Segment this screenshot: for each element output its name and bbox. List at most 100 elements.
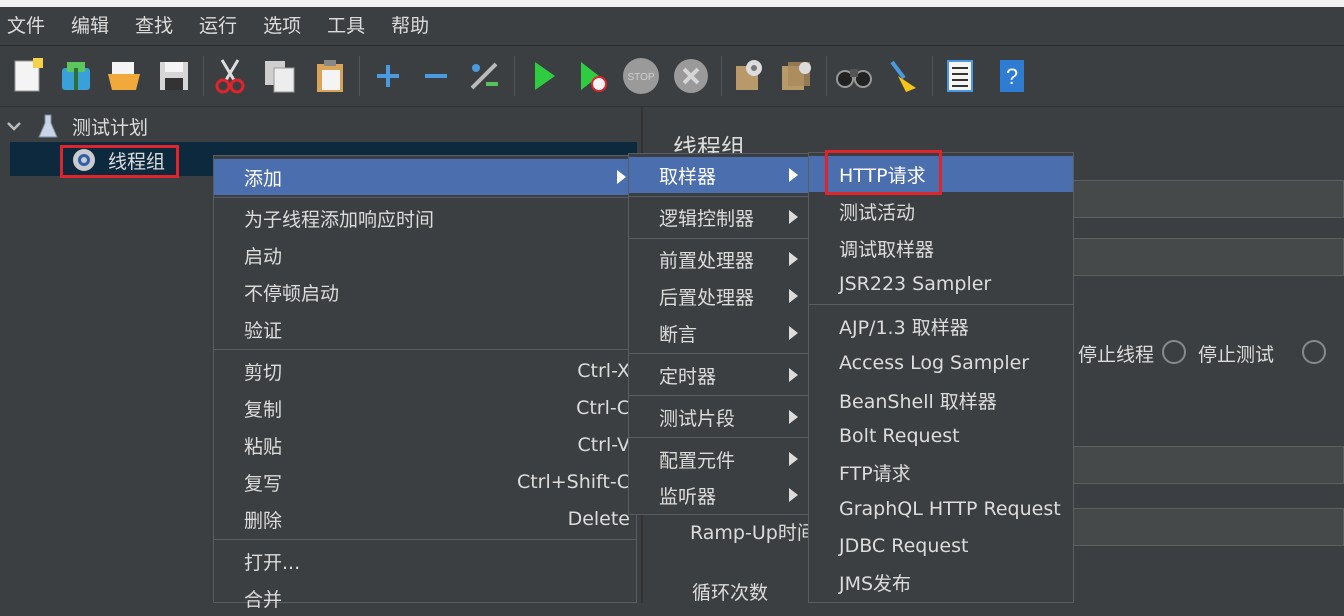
submenu-arrow-icon [789,488,798,502]
function-helper-icon[interactable] [940,56,980,96]
menu-item-label: 为子线程添加响应时间 [244,208,435,231]
tree-item-test-plan[interactable]: 测试计划 [6,112,148,140]
submenu-item-timer[interactable]: 定时器 [629,357,808,393]
save-icon[interactable] [154,56,194,96]
sampler-item-beanshell[interactable]: BeanShell 取样器 [809,382,1073,418]
start-no-pause-icon[interactable] [572,56,612,96]
menu-item-start[interactable]: 启动 [214,237,636,273]
sampler-item-label: GraphQL HTTP Request [839,498,1061,520]
context-menu: 添加 为子线程添加响应时间 启动 不停顿启动 验证 剪切 Ctrl-X 复制 Ctr… [213,155,637,611]
help-icon[interactable]: ? [992,56,1032,96]
sampler-item-label: BeanShell 取样器 [839,390,997,413]
comments-field[interactable] [1070,238,1344,276]
sampler-item-label: Access Log Sampler [839,352,1030,374]
menu-options[interactable]: 选项 [256,7,315,45]
templates-icon[interactable] [56,56,96,96]
sampler-item-debug-sampler[interactable]: 调试取样器 [809,230,1073,266]
submenu-arrow-icon [617,170,626,184]
sampler-item-access-log[interactable]: Access Log Sampler [809,345,1073,381]
menu-item-label: 启动 [244,245,283,268]
menu-item-label: 不停顿启动 [244,282,340,305]
sampler-item-bolt[interactable]: Bolt Request [809,418,1073,454]
menu-item-copy[interactable]: 复制 Ctrl-C [214,390,636,426]
radio-stop-test[interactable] [1162,340,1186,364]
collapse-icon[interactable] [416,56,456,96]
submenu-item-logic-controller[interactable]: 逻辑控制器 [629,199,808,235]
submenu-item-label: 取样器 [659,165,717,188]
menu-item-add[interactable]: 添加 [214,159,636,195]
stop-icon[interactable]: STOP [621,56,661,96]
sampler-item-label: 测试活动 [839,201,916,224]
open-icon[interactable] [104,56,144,96]
sampler-item-label: JSR223 Sampler [839,273,992,295]
menu-help[interactable]: 帮助 [384,7,443,45]
submenu-item-sampler[interactable]: 取样器 [629,157,808,193]
sampler-item-jdbc[interactable]: JDBC Request [809,528,1073,564]
menu-item-open[interactable]: 打开... [214,543,636,579]
menu-item-cut[interactable]: 剪切 Ctrl-X [214,353,636,389]
reset-search-icon[interactable] [882,56,922,96]
search-icon[interactable] [834,56,874,96]
menu-item-label: 合并 [244,588,283,611]
submenu-arrow-icon [789,368,798,382]
top-strip [0,0,1344,7]
submenu-item-test-fragment[interactable]: 测试片段 [629,399,808,435]
submenu-item-label: 前置处理器 [659,249,755,272]
cut-icon[interactable] [210,56,250,96]
submenu-item-label: 监听器 [659,485,717,508]
submenu-item-label: 后置处理器 [659,286,755,309]
sampler-item-label: Bolt Request [839,425,960,447]
add-submenu: 取样器 逻辑控制器 前置处理器 后置处理器 断言 定时器 测试片段 配置元件 监… [628,153,809,515]
menu-item-duplicate[interactable]: 复写 Ctrl+Shift-C [214,464,636,500]
submenu-item-label: 断言 [659,323,698,346]
sampler-item-jms-publisher[interactable]: JMS发布 [809,564,1073,600]
clear-icon[interactable] [728,56,768,96]
sampler-item-ajp[interactable]: AJP/1.3 取样器 [809,308,1073,344]
sampler-item-test-action[interactable]: 测试活动 [809,193,1073,229]
submenu-item-config-element[interactable]: 配置元件 [629,441,808,477]
sampler-item-graphql[interactable]: GraphQL HTTP Request [809,491,1073,527]
submenu-item-listener[interactable]: 监听器 [629,477,808,513]
name-field[interactable] [1070,180,1344,218]
sampler-item-ftp[interactable]: FTP请求 [809,454,1073,490]
clear-all-icon[interactable] [776,56,816,96]
submenu-item-label: 测试片段 [659,407,736,430]
svg-text:STOP: STOP [627,72,654,83]
tree-label-test-plan: 测试计划 [72,116,149,139]
copy-icon[interactable] [260,56,300,96]
sampler-item-label: FTP请求 [839,462,911,485]
menu-item-merge[interactable]: 合并 [214,580,636,616]
expand-icon[interactable] [368,56,408,96]
menu-item-add-label: 添加 [244,167,283,190]
sampler-item-label: 调试取样器 [839,238,935,261]
menu-run[interactable]: 运行 [192,7,251,45]
sampler-item-jsr223[interactable]: JSR223 Sampler [809,266,1073,302]
threads-field[interactable] [1070,446,1344,484]
menu-item-remove[interactable]: 删除 Delete [214,501,636,537]
menu-search[interactable]: 查找 [128,7,187,45]
menu-item-add-think-time[interactable]: 为子线程添加响应时间 [214,200,636,236]
flask-icon [38,114,58,138]
shortcut-label: Ctrl-X [577,360,630,382]
menu-bar: 文件 编辑 查找 运行 选项 工具 帮助 [0,7,1344,46]
paste-icon[interactable] [310,56,350,96]
menu-file[interactable]: 文件 [0,7,59,45]
submenu-arrow-icon [789,168,798,182]
menu-item-paste[interactable]: 粘贴 Ctrl-V [214,427,636,463]
radio-stop-test-now[interactable] [1302,340,1326,364]
sampler-item-label: AJP/1.3 取样器 [839,316,969,339]
ramp-up-field[interactable] [1070,508,1344,546]
start-icon[interactable] [524,56,564,96]
menu-item-start-no-pause[interactable]: 不停顿启动 [214,274,636,310]
radio-stop-test-label: 停止测试 [1198,344,1275,366]
submenu-item-assertion[interactable]: 断言 [629,315,808,351]
toggle-icon[interactable] [464,56,504,96]
menu-edit[interactable]: 编辑 [64,7,123,45]
shutdown-icon[interactable] [671,56,711,96]
submenu-item-post-processor[interactable]: 后置处理器 [629,278,808,314]
submenu-item-pre-processor[interactable]: 前置处理器 [629,241,808,277]
chevron-down-icon[interactable] [6,118,22,134]
menu-item-validate[interactable]: 验证 [214,311,636,347]
menu-tools[interactable]: 工具 [320,7,379,45]
new-icon[interactable] [8,56,48,96]
